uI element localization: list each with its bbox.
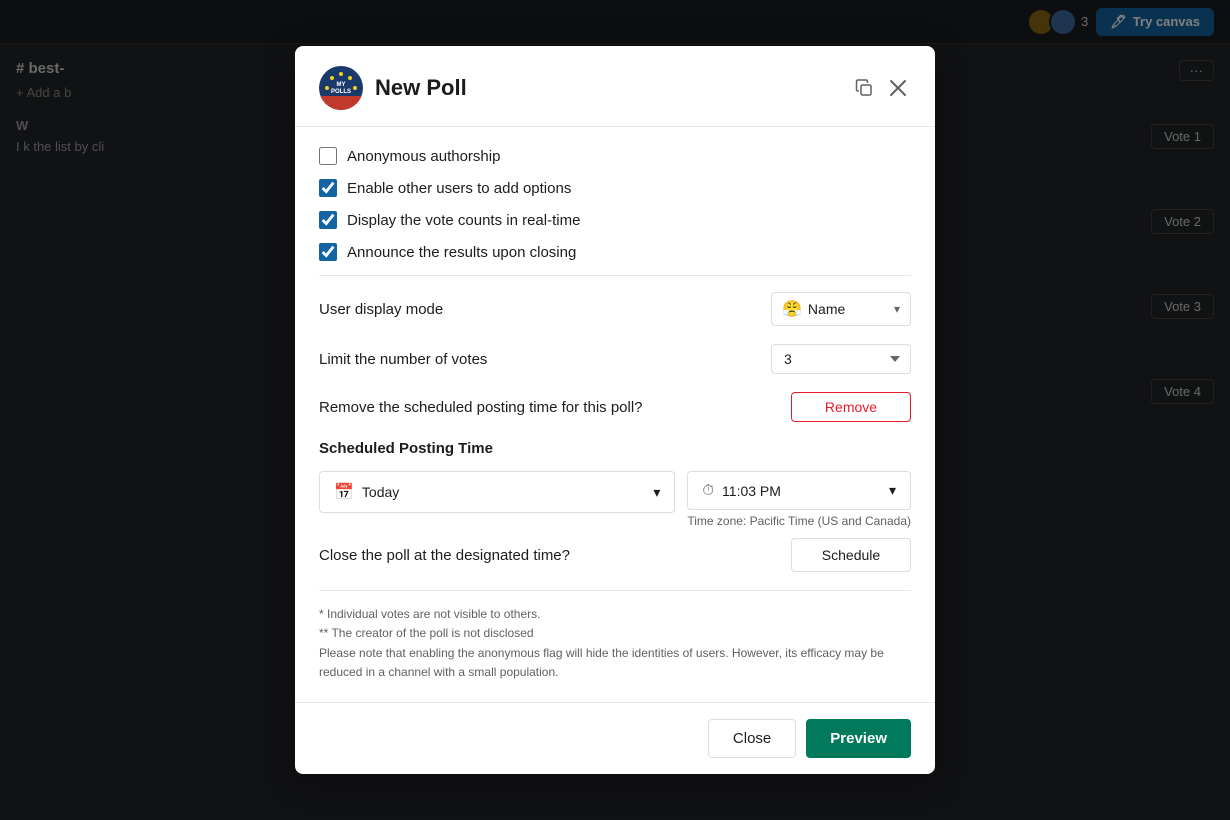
checkbox-row-enable-options: Enable other users to add options	[319, 179, 911, 197]
date-chevron-icon: ▾	[653, 484, 660, 501]
limit-votes-select[interactable]: 3 1 2 4 5	[771, 344, 911, 374]
footer-notes: * Individual votes are not visible to ot…	[319, 590, 911, 682]
display-votes-checkbox[interactable]	[319, 211, 337, 229]
date-label: Today	[362, 484, 645, 500]
limit-votes-row: Limit the number of votes 3 1 2 4 5	[319, 344, 911, 374]
anonymous-checkbox[interactable]	[319, 147, 337, 165]
close-poll-row: Close the poll at the designated time? S…	[319, 538, 911, 572]
footer-note-1: * Individual votes are not visible to ot…	[319, 605, 911, 624]
user-display-mode-row: User display mode 😤 Name ▾	[319, 292, 911, 326]
close-modal-button[interactable]	[885, 75, 911, 101]
close-poll-label: Close the poll at the designated time?	[319, 547, 570, 564]
copy-button[interactable]	[851, 75, 877, 101]
enable-options-checkbox[interactable]	[319, 179, 337, 197]
date-picker-button[interactable]: 📅 Today ▾	[319, 471, 675, 513]
clock-icon: ⏱	[702, 482, 714, 499]
svg-text:MY: MY	[337, 82, 346, 88]
footer-note-2: ** The creator of the poll is not disclo…	[319, 624, 911, 643]
close-button[interactable]: Close	[708, 719, 796, 758]
modal-header: MY POLLS New Poll	[295, 46, 935, 127]
time-picker-button[interactable]: ⏱ 11:03 PM ▾	[687, 471, 911, 510]
modal-header-actions	[851, 75, 911, 101]
new-poll-modal: MY POLLS New Poll	[295, 46, 935, 774]
display-votes-label: Display the vote counts in real-time	[347, 212, 580, 229]
schedule-button[interactable]: Schedule	[791, 538, 911, 572]
enable-options-label: Enable other users to add options	[347, 180, 571, 197]
scheduled-row: 📅 Today ▾ ⏱ 11:03 PM ▾ Time zone: Pacifi…	[319, 471, 911, 528]
display-mode-value: Name	[808, 301, 888, 317]
modal-title: New Poll	[375, 75, 851, 101]
time-chevron-icon: ▾	[889, 482, 896, 499]
limit-votes-label: Limit the number of votes	[319, 351, 487, 368]
remove-button[interactable]: Remove	[791, 392, 911, 422]
remove-scheduled-row: Remove the scheduled posting time for th…	[319, 392, 911, 422]
modal-overlay: MY POLLS New Poll	[0, 0, 1230, 820]
checkbox-row-display-votes: Display the vote counts in real-time	[319, 211, 911, 229]
chevron-down-icon: ▾	[894, 302, 900, 316]
timezone-text: Time zone: Pacific Time (US and Canada)	[687, 514, 911, 528]
divider-1	[319, 275, 911, 276]
announce-checkbox[interactable]	[319, 243, 337, 261]
calendar-icon: 📅	[334, 482, 354, 502]
scheduled-posting-title: Scheduled Posting Time	[319, 440, 911, 457]
checkbox-row-announce: Announce the results upon closing	[319, 243, 911, 261]
modal-footer: Close Preview	[295, 702, 935, 774]
announce-label: Announce the results upon closing	[347, 244, 576, 261]
preview-button[interactable]: Preview	[806, 719, 911, 758]
anonymous-label: Anonymous authorship	[347, 148, 500, 165]
svg-text:POLLS: POLLS	[331, 89, 351, 95]
display-mode-emoji: 😤	[782, 299, 802, 319]
footer-note-3: Please note that enabling the anonymous …	[319, 644, 911, 682]
user-display-mode-label: User display mode	[319, 301, 443, 318]
user-display-mode-select[interactable]: 😤 Name ▾	[771, 292, 911, 326]
modal-body: Anonymous authorship Enable other users …	[295, 127, 935, 702]
time-picker-col: ⏱ 11:03 PM ▾ Time zone: Pacific Time (US…	[687, 471, 911, 528]
remove-scheduled-label: Remove the scheduled posting time for th…	[319, 399, 643, 416]
poll-logo: MY POLLS	[319, 66, 363, 110]
time-label: 11:03 PM	[722, 483, 781, 499]
checkbox-row-anon: Anonymous authorship	[319, 147, 911, 165]
